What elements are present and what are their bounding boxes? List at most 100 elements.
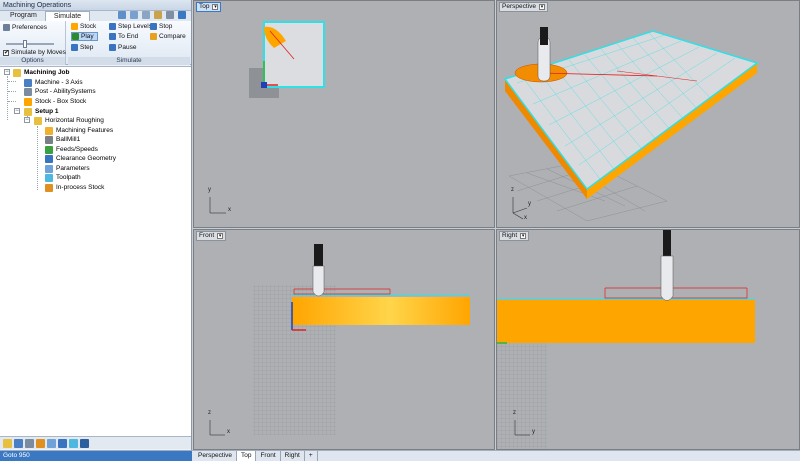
undo-icon[interactable] — [118, 11, 126, 19]
tree-item-ballmill[interactable]: BallMill1 — [45, 135, 80, 144]
tree-item-stock[interactable]: Stock - Box Stock — [24, 97, 86, 106]
tree-item-feeds-speeds[interactable]: Feeds/Speeds — [45, 145, 98, 154]
play-button[interactable]: Play — [71, 32, 98, 41]
ballmill-icon — [45, 135, 53, 144]
tree-item-post[interactable]: Post - AbilitySystems — [24, 87, 96, 96]
tree-item-label: Machine - 3 Axis — [35, 79, 83, 86]
viewport-menu-icon[interactable]: ▾ — [520, 233, 527, 239]
ball-mill-tool-shank — [312, 265, 325, 297]
simulate-ribbon: Preferences ✔ Simulate by Moves Options … — [0, 21, 191, 65]
inprocess-stock-icon — [45, 183, 53, 192]
top-view-canvas — [209, 21, 325, 214]
step-button[interactable]: Step — [71, 43, 93, 52]
tree-line — [7, 76, 8, 120]
operation-icon[interactable] — [47, 439, 56, 448]
simulate-by-moves-label: Simulate by Moves — [11, 49, 66, 56]
axis-y-label: y — [532, 429, 535, 435]
tree-item-machine[interactable]: Machine - 3 Axis — [24, 78, 83, 87]
machine-icon[interactable] — [14, 439, 23, 448]
status-bar: Goto 950 Perspective Top Front Right + — [0, 450, 800, 461]
tree-item-machining-features[interactable]: Machining Features — [45, 126, 113, 135]
step-levels-button[interactable]: Step Levels — [109, 22, 152, 31]
preferences-button[interactable]: Preferences — [3, 23, 47, 32]
play-label: Play — [81, 33, 94, 40]
tree-item-setup-1[interactable]: Setup 1 — [24, 107, 58, 116]
to-end-button[interactable]: To End — [109, 32, 138, 41]
generate-icon[interactable] — [58, 439, 67, 448]
redo-icon[interactable] — [130, 11, 138, 19]
stock-icon[interactable] — [36, 439, 45, 448]
tree-item-parameters[interactable]: Parameters — [45, 164, 90, 173]
tree-collapse-toggle[interactable]: − — [4, 69, 10, 75]
step-label: Step — [80, 44, 94, 51]
axis-indicator — [512, 207, 528, 214]
tab-program[interactable]: Program — [2, 11, 45, 21]
tools-icon[interactable] — [154, 11, 162, 19]
stop-button[interactable]: Stop — [150, 22, 172, 31]
tree-item-label: Setup 1 — [35, 108, 59, 115]
viewport-tab-right[interactable]: Right — [281, 451, 305, 461]
help-icon[interactable] — [178, 11, 186, 19]
tree-item-machining-job[interactable]: Machining Job — [13, 68, 70, 77]
simulate-by-moves-checkbox[interactable]: ✔ Simulate by Moves — [3, 48, 66, 57]
step-icon — [71, 44, 78, 51]
tree-line — [8, 101, 16, 102]
viewport-tab-top[interactable]: Top — [236, 451, 257, 461]
right-view-canvas — [497, 230, 755, 449]
axis-z-label: z — [511, 187, 514, 193]
viewport-front-label[interactable]: Front ▾ — [196, 231, 227, 241]
speed-slider-track[interactable] — [6, 43, 54, 45]
add-viewport-tab[interactable]: + — [305, 451, 318, 461]
viewport-right[interactable]: z y Right ▾ — [496, 229, 800, 450]
post-icon — [24, 87, 32, 96]
viewport-tabs: Perspective Top Front Right + — [194, 451, 318, 461]
tree-item-inprocess-stock[interactable]: In-process Stock — [45, 183, 104, 192]
axis-z-label: z — [513, 410, 516, 416]
axis-x-label: x — [228, 207, 231, 213]
viewport-front[interactable]: z x Front ▾ — [193, 229, 495, 450]
viewport-perspective-label[interactable]: Perspective ▾ — [499, 2, 548, 12]
viewport-top[interactable]: y x Top ▾ — [193, 0, 495, 228]
tree-collapse-toggle[interactable]: − — [14, 108, 20, 114]
pause-button[interactable]: Pause — [109, 43, 136, 52]
viewport-menu-icon[interactable]: ▾ — [212, 4, 219, 10]
machine-icon — [24, 78, 32, 87]
top-origin-marker — [261, 82, 267, 88]
view-icon[interactable] — [142, 11, 150, 19]
play-icon — [72, 33, 79, 40]
axis-x-label: x — [227, 429, 230, 435]
ball-mill-tool-holder — [314, 244, 323, 268]
parameters-icon — [45, 164, 53, 173]
speed-slider-thumb[interactable] — [23, 40, 27, 48]
tree-collapse-toggle[interactable]: − — [24, 117, 30, 123]
toolpath-icon — [45, 173, 53, 182]
axis-indicator — [512, 212, 524, 220]
tree-item-toolpath[interactable]: Toolpath — [45, 173, 81, 182]
viewport-menu-icon[interactable]: ▾ — [217, 233, 224, 239]
tree-item-label: Machining Features — [56, 127, 114, 134]
to-end-icon — [109, 33, 116, 40]
save-icon[interactable] — [80, 439, 89, 448]
compare-button[interactable]: Compare — [150, 32, 186, 41]
axis-y-label: y — [208, 187, 211, 193]
viewport-right-label[interactable]: Right ▾ — [499, 231, 530, 241]
panel-toolbar — [118, 11, 186, 19]
new-job-icon[interactable] — [3, 439, 12, 448]
post-icon[interactable] — [25, 439, 34, 448]
tab-simulate[interactable]: Simulate — [44, 11, 91, 21]
step-levels-icon — [109, 23, 116, 30]
stock-button[interactable]: Stock — [71, 22, 96, 31]
viewport-top-label[interactable]: Top ▾ — [196, 2, 222, 12]
tree-item-horizontal-roughing[interactable]: Horizontal Roughing — [34, 116, 104, 125]
viewport-perspective[interactable]: z y x Perspective ▾ — [496, 0, 800, 228]
checkbox-icon: ✔ — [3, 49, 10, 56]
tree-line — [37, 126, 38, 190]
tree-item-clearance-geometry[interactable]: Clearance Geometry — [45, 154, 116, 163]
viewport-tab-perspective[interactable]: Perspective — [194, 451, 237, 461]
preferences-label: Preferences — [12, 24, 48, 31]
viewport-menu-icon[interactable]: ▾ — [538, 4, 545, 10]
simulate-icon[interactable] — [69, 439, 78, 448]
viewport-tab-front[interactable]: Front — [256, 451, 281, 461]
ball-mill-tool-holder — [540, 27, 548, 45]
settings-icon[interactable] — [166, 11, 174, 19]
